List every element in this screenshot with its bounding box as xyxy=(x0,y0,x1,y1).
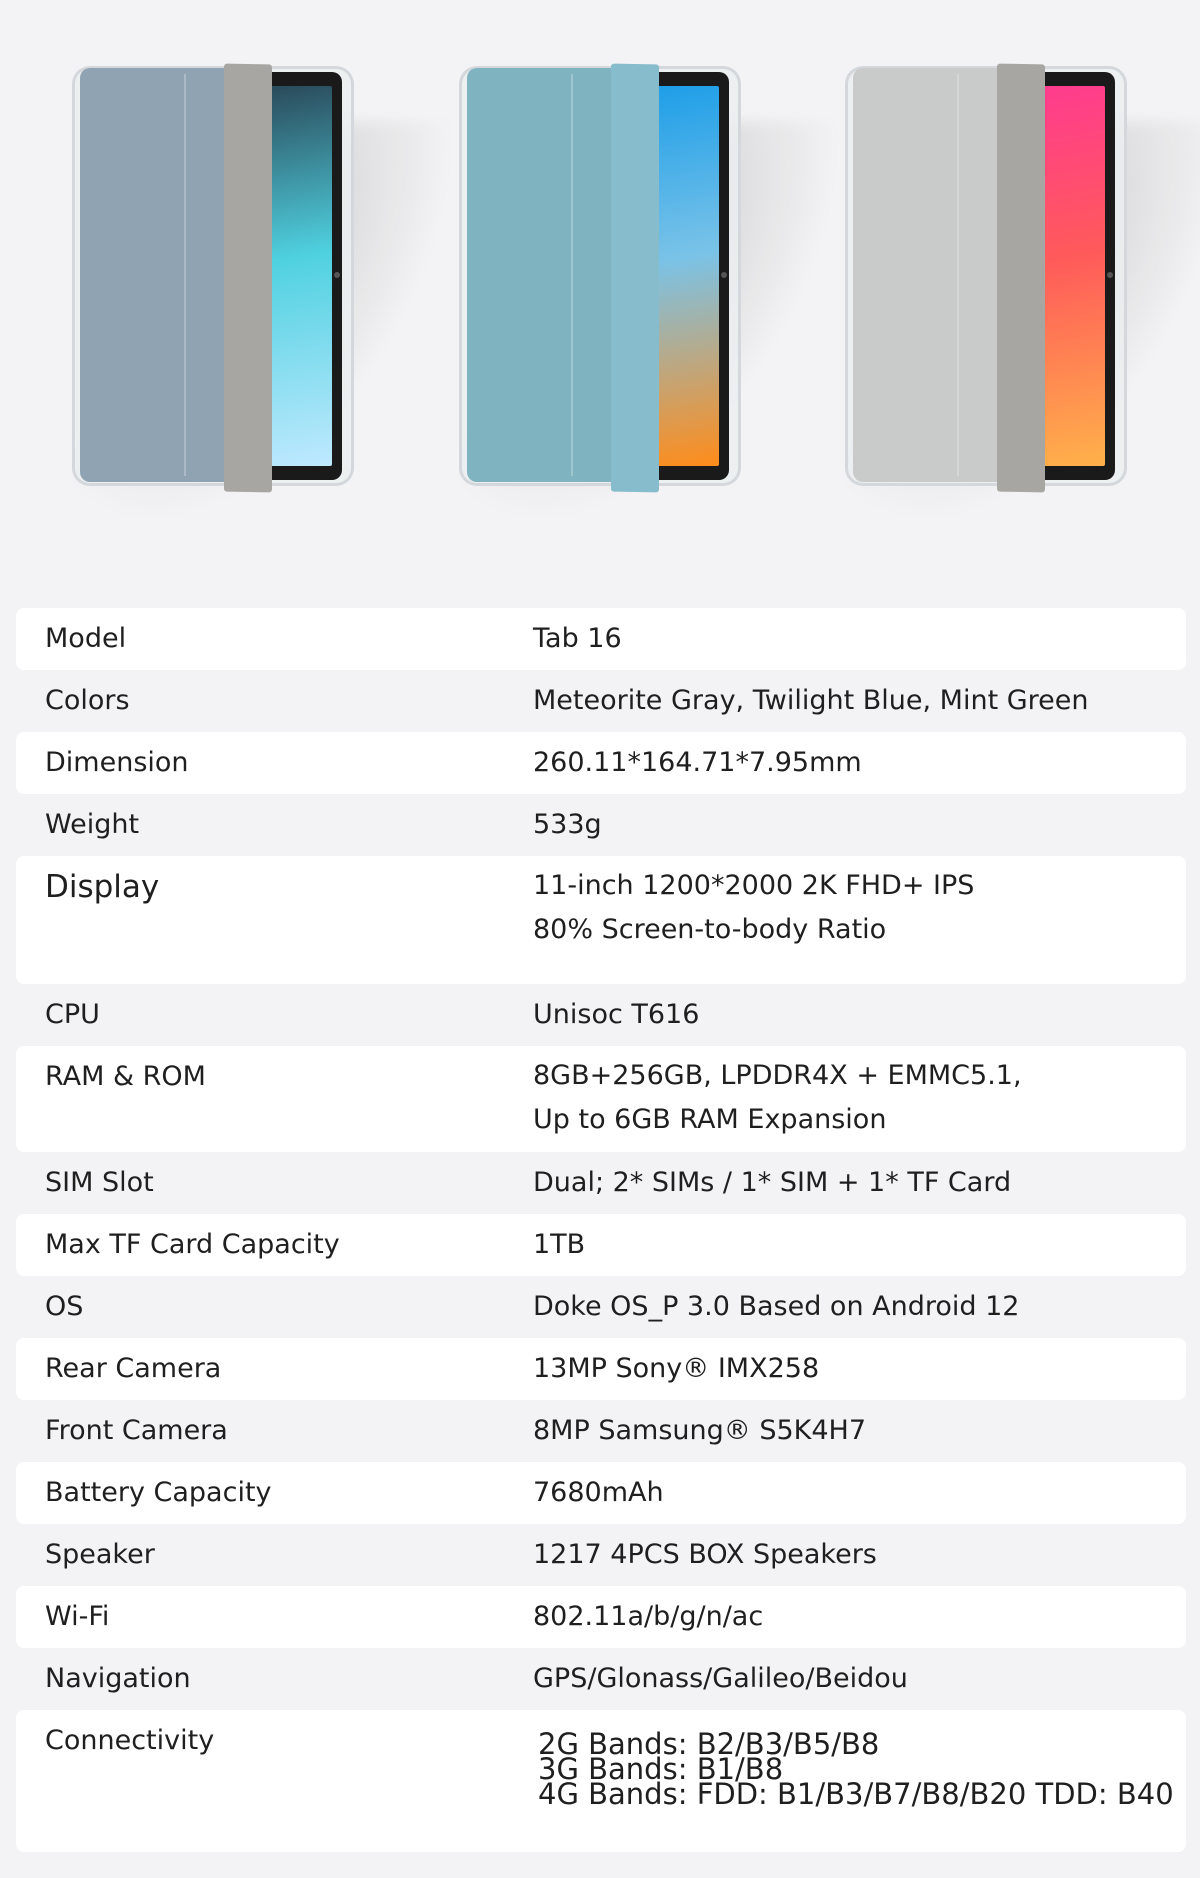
spec-value-line: 1217 4PCS BOX Speakers xyxy=(533,1539,877,1570)
spec-row: Navigation GPS/Glonass/Galileo/Beidou xyxy=(16,1648,1186,1710)
spec-label: Weight xyxy=(45,809,140,840)
spec-row: Wi-Fi 802.11a/b/g/n/ac xyxy=(16,1586,1186,1648)
spec-value-line: 8MP Samsung® S5K4H7 xyxy=(533,1415,867,1446)
spec-row: RAM & ROM 8GB+256GB, LPDDR4X + EMMC5.1, Up… xyxy=(16,1046,1186,1152)
spec-value: Unisoc T616 xyxy=(533,993,699,1037)
spec-row: Speaker 1217 4PCS BOX Speakers xyxy=(16,1524,1186,1586)
spec-label: Connectivity xyxy=(45,1725,215,1756)
spec-table: Model Tab 16 Colors Meteorite Gray, Twiligh… xyxy=(16,608,1186,1852)
spec-row: SIM Slot Dual; 2* SIMs / 1* SIM + 1* TF C… xyxy=(16,1152,1186,1214)
spec-label: Rear Camera xyxy=(45,1353,222,1384)
spec-label: RAM & ROM xyxy=(45,1061,206,1092)
spec-label: SIM Slot xyxy=(45,1167,154,1198)
spec-value-line: Up to 6GB RAM Expansion xyxy=(533,1104,887,1135)
spec-row: Colors Meteorite Gray, Twilight Blue, Min… xyxy=(16,670,1186,732)
spec-value: 13MP Sony® IMX258 xyxy=(533,1347,819,1391)
spec-label: Navigation xyxy=(45,1663,191,1694)
spec-value: Tab 16 xyxy=(533,617,622,661)
spec-value: Dual; 2* SIMs / 1* SIM + 1* TF Card xyxy=(533,1161,1011,1205)
spec-row: Front Camera 8MP Samsung® S5K4H7 xyxy=(16,1400,1186,1462)
spec-value: 533g xyxy=(533,803,602,847)
spec-value-line: Doke OS_P 3.0 Based on Android 12 xyxy=(533,1291,1020,1322)
spec-value-line: 1TB xyxy=(533,1229,586,1260)
spec-value-line: 80% Screen-to-body Ratio xyxy=(533,914,887,945)
spec-value-line: GPS/Glonass/Galileo/Beidou xyxy=(533,1663,908,1694)
spec-label: Wi-Fi xyxy=(45,1601,110,1632)
spec-value-line: Tab 16 xyxy=(533,623,622,654)
spec-value: 8GB+256GB, LPDDR4X + EMMC5.1, Up to 6GB R… xyxy=(533,1054,1022,1142)
spec-value: 1217 4PCS BOX Speakers xyxy=(533,1533,877,1577)
spec-row: Battery Capacity 7680mAh xyxy=(16,1462,1186,1524)
spec-value: 7680mAh xyxy=(533,1471,664,1515)
spec-value: 2G Bands: B2/B3/B5/B8 3G Bands: B1/B8 4G B… xyxy=(538,1730,1174,1811)
spec-value-line: 4G Bands: FDD: B1/B3/B7/B8/B20 TDD: B40 xyxy=(538,1777,1174,1811)
spec-row: Max TF Card Capacity 1TB xyxy=(16,1214,1186,1276)
spec-row: Display 11-inch 1200*2000 2K FHD+ IPS 80% … xyxy=(16,856,1186,984)
spec-label: Battery Capacity xyxy=(45,1477,272,1508)
spec-value-line: 260.11*164.71*7.95mm xyxy=(533,747,862,778)
spec-label: OS xyxy=(45,1291,84,1322)
spec-label: Dimension xyxy=(45,747,189,778)
spec-row: Weight 533g xyxy=(16,794,1186,856)
spec-value-line: 7680mAh xyxy=(533,1477,664,1508)
spec-label: Colors xyxy=(45,685,130,716)
tablet-image-mint-green xyxy=(826,62,1200,542)
spec-value-line: 13MP Sony® IMX258 xyxy=(533,1353,820,1384)
spec-row: Rear Camera 13MP Sony® IMX258 xyxy=(16,1338,1186,1400)
spec-row: Model Tab 16 xyxy=(16,608,1186,670)
spec-row: Connectivity 2G Bands: B2/B3/B5/B8 3G Band… xyxy=(16,1710,1186,1852)
spec-label: Front Camera xyxy=(45,1415,228,1446)
spec-row: Dimension 260.11*164.71*7.95mm xyxy=(16,732,1186,794)
spec-value: 1TB xyxy=(533,1223,585,1267)
spec-label: Max TF Card Capacity xyxy=(45,1229,340,1260)
spec-value: 802.11a/b/g/n/ac xyxy=(533,1595,763,1639)
product-hero xyxy=(0,0,1200,606)
spec-value: GPS/Glonass/Galileo/Beidou xyxy=(533,1657,908,1701)
spec-value-line: 533g xyxy=(533,809,602,840)
spec-label: Display xyxy=(45,869,160,905)
spec-value-line: 11-inch 1200*2000 2K FHD+ IPS xyxy=(533,870,975,901)
spec-label: Model xyxy=(45,623,127,654)
tablet-image-twilight-blue xyxy=(440,62,878,542)
spec-label: Speaker xyxy=(45,1539,155,1570)
spec-value-line: Dual; 2* SIMs / 1* SIM + 1* TF Card xyxy=(533,1167,1012,1198)
spec-value-line: Unisoc T616 xyxy=(533,999,700,1030)
spec-value-line: 802.11a/b/g/n/ac xyxy=(533,1601,764,1632)
spec-row: OS Doke OS_P 3.0 Based on Android 12 xyxy=(16,1276,1186,1338)
tablet-image-meteorite-gray xyxy=(53,62,491,542)
spec-value-line: Meteorite Gray, Twilight Blue, Mint Gree… xyxy=(533,685,1089,716)
spec-value: 8MP Samsung® S5K4H7 xyxy=(533,1409,866,1453)
spec-row: CPU Unisoc T616 xyxy=(16,984,1186,1046)
spec-value: 11-inch 1200*2000 2K FHD+ IPS 80% Screen-… xyxy=(533,864,974,952)
spec-value: 260.11*164.71*7.95mm xyxy=(533,741,862,785)
spec-label: CPU xyxy=(45,999,100,1030)
spec-value: Doke OS_P 3.0 Based on Android 12 xyxy=(533,1285,1019,1329)
spec-value-line: 8GB+256GB, LPDDR4X + EMMC5.1, xyxy=(533,1060,1022,1091)
spec-value: Meteorite Gray, Twilight Blue, Mint Gree… xyxy=(533,679,1089,723)
